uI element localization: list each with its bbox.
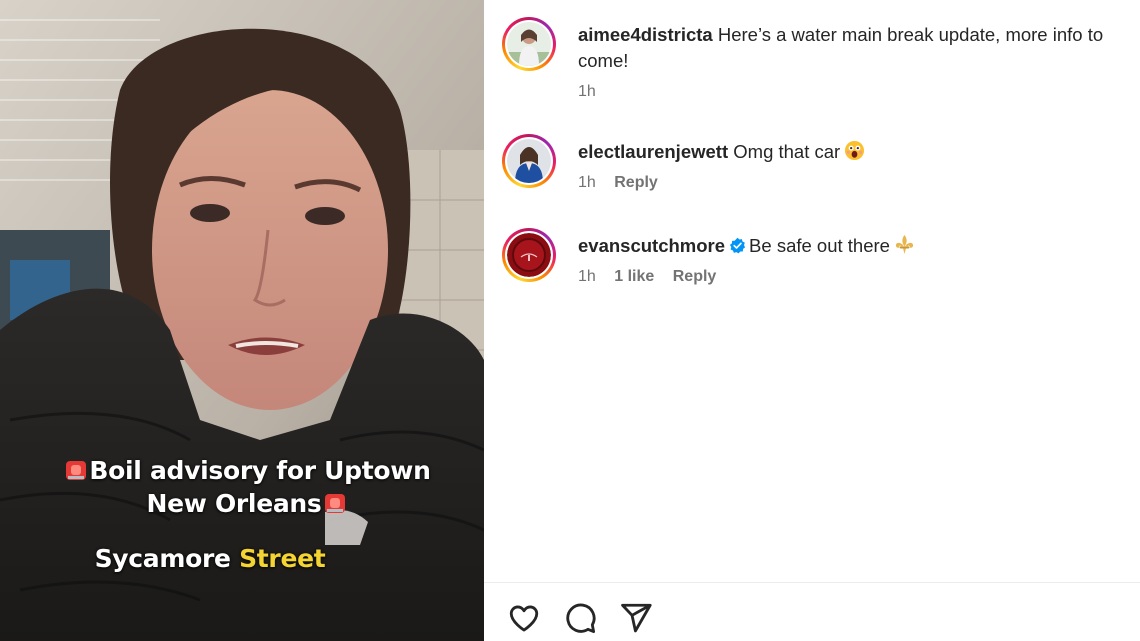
post-meta: 1h [578, 83, 1134, 101]
reply-button[interactable]: Reply [614, 174, 658, 191]
caption-line-2-text: New Orleans [146, 489, 322, 518]
siren-emoji-icon [324, 494, 345, 513]
like-button[interactable] [506, 600, 542, 636]
commenter-avatar-ring[interactable] [502, 228, 556, 282]
caption-line-1-text: Boil advisory for Uptown [89, 456, 431, 485]
comments-panel: aimee4districta Here’s a water main brea… [484, 0, 1140, 641]
comment-timestamp[interactable]: 1h [578, 268, 596, 285]
reply-button[interactable]: Reply [673, 268, 717, 285]
heart-icon [509, 605, 539, 632]
post-timestamp[interactable]: 1h [578, 83, 596, 100]
astonished-face-emoji-icon [845, 140, 865, 161]
divider [484, 582, 1140, 583]
comment-icon [566, 603, 596, 634]
comment-meta: 1h 1 like Reply [578, 268, 1134, 286]
video-caption-line-3: Sycamore Street [0, 544, 420, 573]
instagram-post-view: Boil advisory for Uptown New Orleans Syc… [0, 0, 1140, 641]
avatar [507, 139, 551, 183]
comment-username[interactable]: electlaurenjewett [578, 141, 728, 162]
comment-item: evanscutchmore Be safe out there 1h 1 li… [502, 228, 1134, 286]
avatar [507, 22, 551, 66]
caption-street-name: Sycamore [94, 544, 231, 573]
comment-meta: 1h Reply [578, 174, 1134, 192]
video-player[interactable]: Boil advisory for Uptown New Orleans Syc… [0, 0, 484, 641]
comment-likes-count[interactable]: 1 like [614, 268, 654, 285]
fleur-de-lis-emoji-icon [895, 234, 914, 255]
comment-item: electlaurenjewett Omg that car 1h Reply [502, 134, 1134, 192]
comment-button[interactable] [562, 600, 598, 636]
action-bar [506, 600, 654, 636]
post-author-username[interactable]: aimee4districta [578, 24, 713, 45]
caption-street-highlight: Street [239, 544, 326, 573]
comment-body: Omg that car [733, 141, 841, 162]
comment-timestamp[interactable]: 1h [578, 174, 596, 191]
siren-emoji-icon [66, 461, 87, 480]
comment-text: electlaurenjewett Omg that car [578, 139, 1134, 165]
avatar [507, 233, 551, 277]
share-button[interactable] [618, 600, 654, 636]
commenter-avatar-ring[interactable] [502, 134, 556, 188]
post-caption: aimee4districta Here’s a water main brea… [502, 17, 1134, 101]
author-avatar-ring[interactable] [502, 17, 556, 71]
verified-badge-icon [729, 237, 746, 254]
share-icon [621, 603, 652, 633]
video-caption-line-1: Boil advisory for Uptown [0, 456, 484, 485]
comment-text: evanscutchmore Be safe out there [578, 233, 1134, 259]
comment-username[interactable]: evanscutchmore [578, 235, 725, 256]
comment-body: Be safe out there [749, 235, 890, 256]
post-caption-text: aimee4districta Here’s a water main brea… [578, 22, 1134, 74]
video-caption-line-2: New Orleans [0, 489, 484, 518]
